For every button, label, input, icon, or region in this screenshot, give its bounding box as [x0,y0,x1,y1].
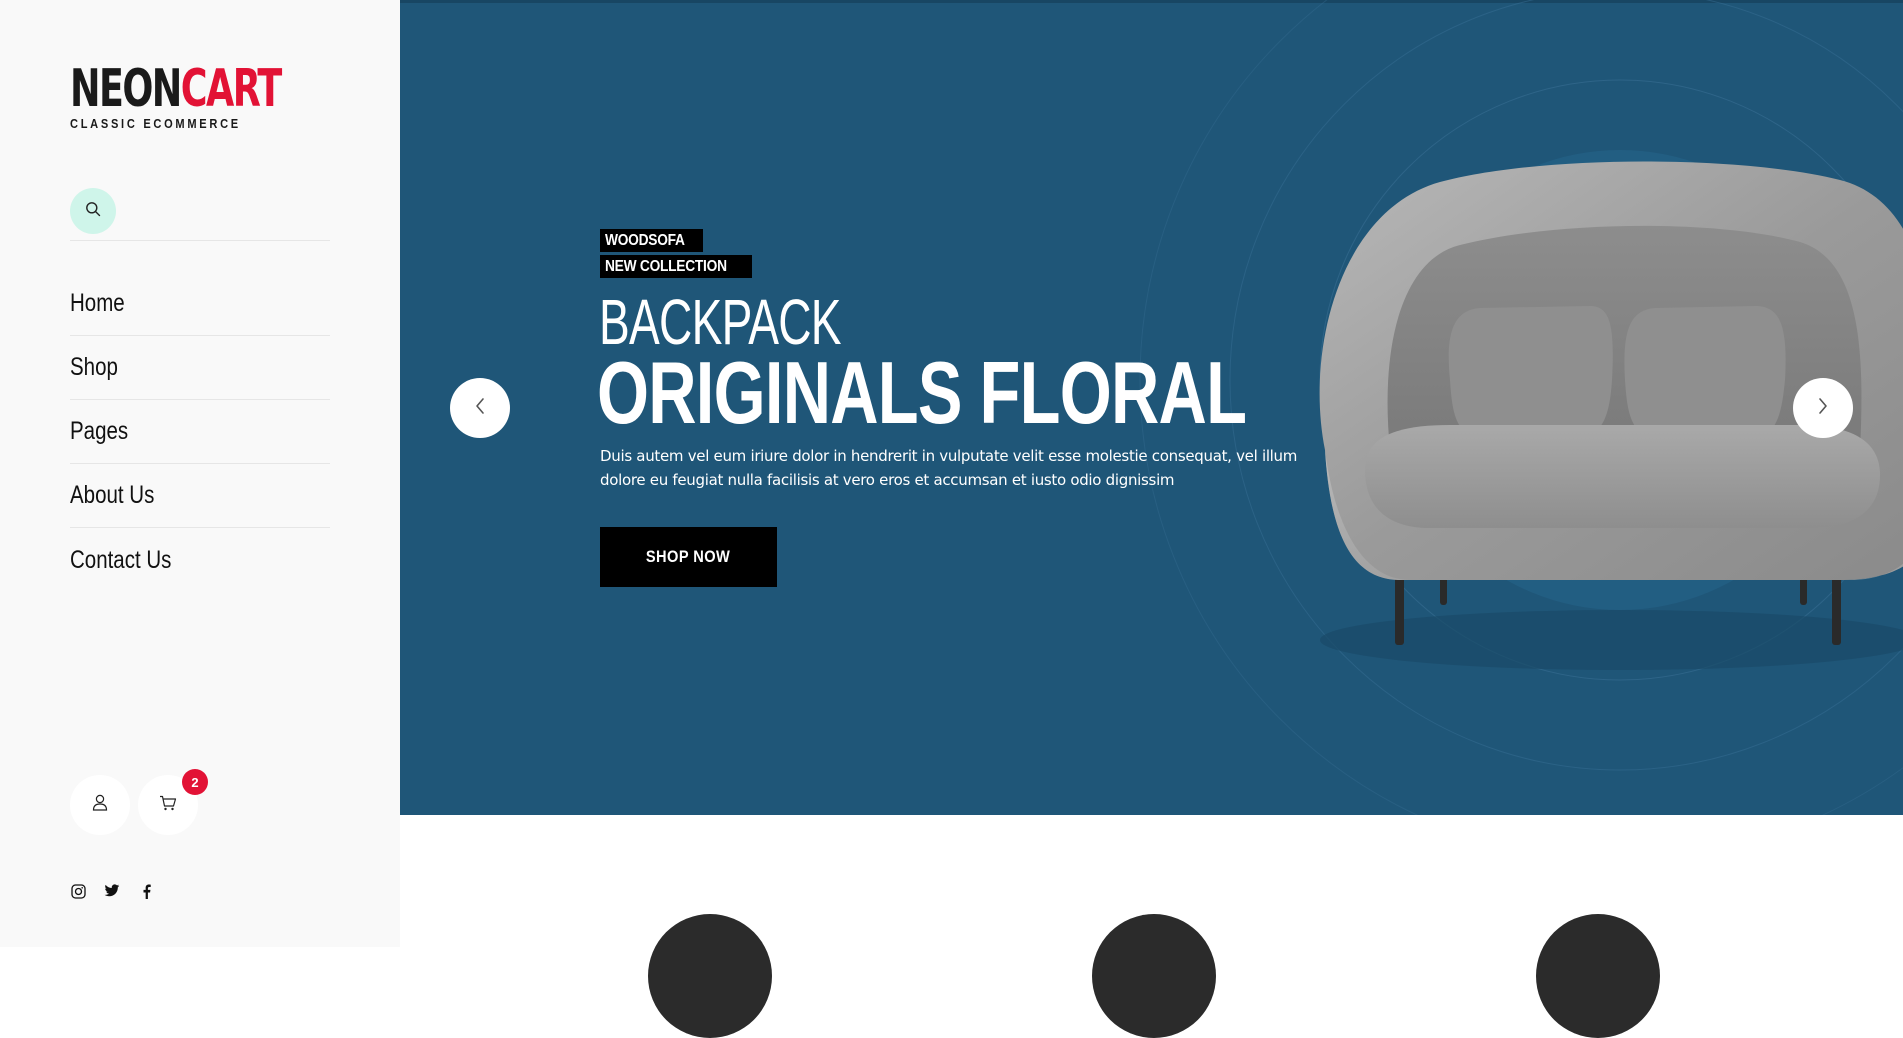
cart-icon [159,795,177,816]
search-bar [70,188,330,241]
shop-now-label: SHOP NOW [646,547,731,566]
feature-icon-circle [1092,914,1216,1038]
logo-wordmark: NEONCART [70,63,282,115]
hero-slider: WOODSOFA NEW COLLECTION BACKPACK ORIGINA… [400,0,1903,815]
feature-icon-circle [1536,914,1660,1038]
nav-item-label: Shop [70,353,118,381]
hero-tag-brand: WOODSOFA [600,229,703,252]
cart-button[interactable]: 2 [138,769,208,835]
logo-cart: CART [180,59,283,119]
hero-description: Duis autem vel eum iriure dolor in hendr… [600,447,1298,489]
social-links [70,883,154,899]
twitter-icon[interactable] [104,883,120,899]
shop-now-button[interactable]: SHOP NOW [600,527,777,587]
hero-tag-collection: NEW COLLECTION [600,255,752,278]
nav-item-label: Pages [70,417,129,445]
hero-title-bold: ORIGINALS FLORAL [597,343,1247,442]
instagram-icon[interactable] [70,883,86,899]
cart-count-badge: 2 [182,769,208,795]
nav-item-contact-us[interactable]: Contact Us [70,528,330,592]
logo[interactable]: NEONCART CLASSIC ECOMMERCE [70,63,340,131]
hero-tag-brand-label: WOODSOFA [605,232,685,249]
user-icon [92,794,108,816]
sidebar: NEONCART CLASSIC ECOMMERCE Home Shop Pag… [0,0,400,947]
hero-tag-collection-label: NEW COLLECTION [605,258,727,275]
nav-item-about-us[interactable]: About Us [70,464,330,528]
search-button[interactable] [70,188,116,234]
search-icon [85,201,101,222]
nav-item-home[interactable]: Home [70,272,330,336]
slider-prev-button[interactable] [450,378,510,438]
facebook-icon[interactable] [138,883,154,899]
nav-item-shop[interactable]: Shop [70,336,330,400]
hero-tags: WOODSOFA NEW COLLECTION [600,229,752,281]
feature-icon-circle [648,914,772,1038]
account-button[interactable] [70,775,130,835]
nav-item-label: About Us [70,481,155,509]
slider-next-button[interactable] [1793,378,1853,438]
nav-item-label: Home [70,289,125,317]
chevron-right-icon [1817,397,1829,420]
chevron-left-icon [474,397,486,420]
main-nav: Home Shop Pages About Us Contact Us [70,272,330,592]
nav-item-pages[interactable]: Pages [70,400,330,464]
logo-tagline: CLASSIC ECOMMERCE [70,116,241,131]
nav-item-label: Contact Us [70,545,172,574]
logo-neon: NEON [70,59,182,119]
features-section [400,815,1903,1038]
